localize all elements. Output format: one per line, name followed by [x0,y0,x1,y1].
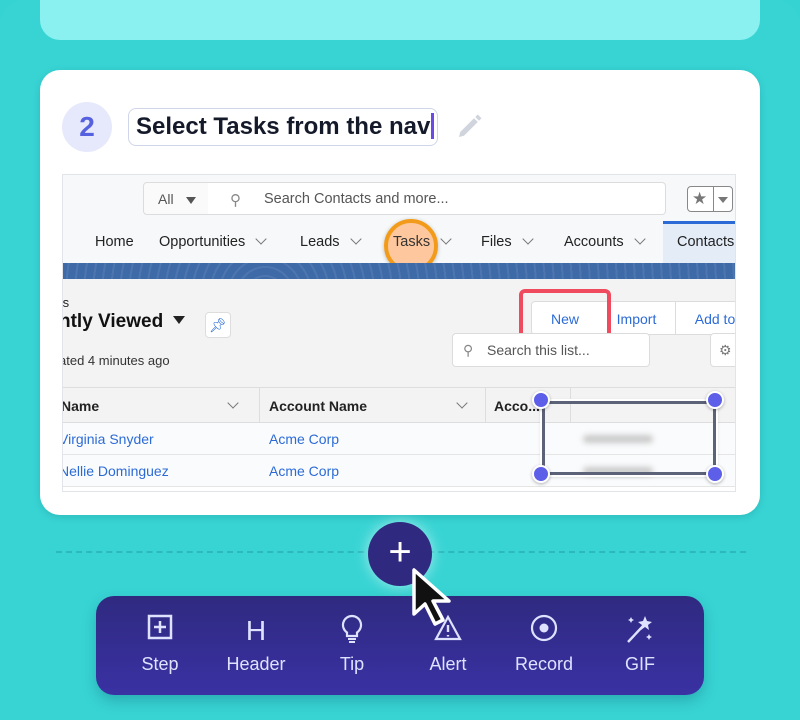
nav-item-contacts[interactable]: Contacts [663,221,735,263]
column-header-name[interactable]: Name [63,398,99,414]
resize-handle[interactable] [706,465,724,483]
search-icon: ⚲ [230,192,241,209]
resize-handle[interactable] [706,391,724,409]
sf-header: All ⚲ Search Contacts and more... ★ [63,175,735,221]
column-header-account-name[interactable]: Account Name [269,398,367,414]
step-icon [112,614,208,648]
chevron-down-icon[interactable] [440,233,452,245]
chevron-down-icon[interactable] [456,397,468,409]
contact-name-link[interactable]: Nellie Dominguez [63,463,169,479]
toolbar-record-button[interactable]: Record [496,614,592,675]
nav-item-leads[interactable]: Leads [300,233,362,250]
text-caret [431,113,435,139]
list-search-input[interactable]: ⚲ Search this list... [452,333,650,367]
updated-status: ated 4 minutes ago [62,353,170,368]
object-label: ts [62,295,70,310]
record-icon [496,614,592,648]
caret-down-icon [718,197,728,203]
nav-item-tasks[interactable]: Tasks [393,233,452,250]
toolbar-step-button[interactable]: Step [112,614,208,675]
sf-nav-bar: Home Opportunities Leads Tasks Files Acc… [63,219,735,273]
account-name-link[interactable]: Acme Corp [269,431,339,447]
lightbulb-icon [304,614,400,648]
chevron-down-icon[interactable] [633,233,646,245]
toolbar-tip-button[interactable]: Tip [304,614,400,675]
gear-icon[interactable]: ⚙ [710,333,735,367]
contact-name-link[interactable]: Virginia Snyder [63,431,154,447]
nav-item-home[interactable]: Home [95,234,134,250]
list-view-header: ts ntly Viewed 📌︎ ated 4 minutes ago New… [62,279,735,387]
resize-handle[interactable] [532,391,550,409]
account-name-link[interactable]: Acme Corp [269,463,339,479]
toolbar-gif-button[interactable]: GIF [592,614,688,675]
chevron-down-icon[interactable] [521,233,534,245]
favorites-button[interactable]: ★ [687,186,733,212]
resize-handle[interactable] [532,465,550,483]
blur-redaction-box[interactable] [542,401,716,475]
pin-icon[interactable]: 📌︎ [205,312,231,338]
search-scope-select[interactable]: All [143,182,209,215]
decorative-band [63,263,735,279]
insert-toolbar: Step H Header Tip Alert Record GIF [96,596,704,695]
header-icon: H [245,615,267,646]
caret-down-icon [186,197,196,204]
step-title-input[interactable]: Select Tasks from the nav [128,108,438,146]
nav-item-opportunities[interactable]: Opportunities [159,233,267,250]
star-icon: ★ [692,189,708,208]
step-card: 2 Select Tasks from the nav All ⚲ Search … [40,70,760,515]
step-title-text: Select Tasks from the nav [136,113,431,140]
chevron-down-icon[interactable] [227,397,239,409]
step-number-badge: 2 [62,102,112,152]
chevron-down-icon[interactable] [255,233,267,245]
magic-wand-icon [592,614,688,648]
previous-step-card[interactable] [40,0,760,40]
global-search-input[interactable]: ⚲ Search Contacts and more... [208,182,666,215]
caret-down-icon [173,316,186,324]
list-view-selector[interactable]: ntly Viewed [63,311,186,333]
nav-item-files[interactable]: Files [481,233,534,250]
step-screenshot: All ⚲ Search Contacts and more... ★ Home … [62,174,736,492]
pencil-icon[interactable] [454,112,484,142]
toolbar-header-button[interactable]: H Header [208,614,304,675]
mouse-cursor-icon [412,568,451,626]
add-to-button[interactable]: Add to [675,301,735,335]
search-icon: ⚲ [463,342,474,358]
chevron-down-icon[interactable] [349,233,362,245]
nav-item-accounts[interactable]: Accounts [564,233,646,250]
